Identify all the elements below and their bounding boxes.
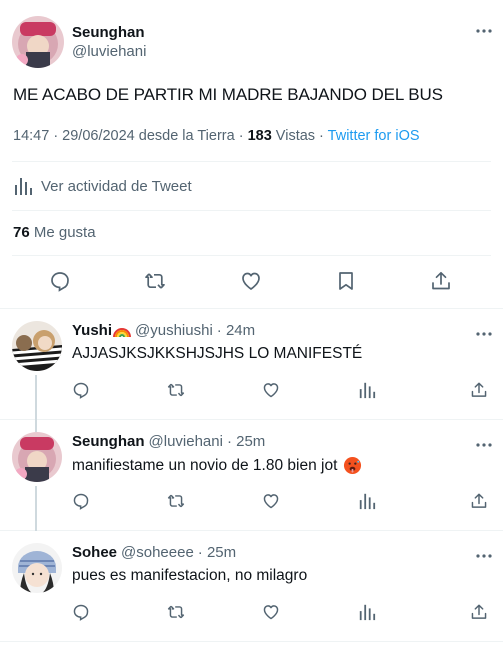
bookmark-icon[interactable] <box>335 270 357 292</box>
reply-tweet[interactable]: Yushi @yushiushi · 24m AJJASJKSJKKSHJSJH… <box>0 309 503 420</box>
tweet-activity-link[interactable]: Ver actividad de Tweet <box>13 173 192 199</box>
analytics-icon <box>15 178 32 195</box>
divider <box>12 161 491 162</box>
hot-face-emoji <box>344 456 362 475</box>
more-icon[interactable] <box>475 28 493 34</box>
thread-connector <box>35 375 37 420</box>
retweet-icon[interactable] <box>167 381 185 399</box>
more-icon[interactable] <box>475 331 493 337</box>
reply-header: Seunghan @luviehani · 25m <box>72 433 265 450</box>
reply-time[interactable]: · 25m <box>198 544 236 561</box>
tweet-text: ME ACABO DE PARTIR MI MADRE BAJANDO DEL … <box>13 85 443 104</box>
main-tweet: Seunghan @luviehani ME ACABO DE PARTIR M… <box>0 0 503 309</box>
tweet-meta: 14:47 · 29/06/2024 desde la Tierra · 183… <box>13 128 420 144</box>
thread-connector <box>35 486 37 531</box>
reply-avatar[interactable] <box>12 432 62 482</box>
like-icon[interactable] <box>262 603 280 621</box>
retweet-icon[interactable] <box>144 270 166 292</box>
views-label: Vistas · <box>271 128 328 144</box>
like-icon[interactable] <box>240 270 262 292</box>
reply-icon[interactable] <box>72 492 90 510</box>
author-handle[interactable]: @luviehani <box>72 43 146 60</box>
rainbow-emoji <box>113 327 132 337</box>
reply-handle[interactable]: @yushiushi <box>135 322 213 339</box>
reply-text-row: manifiestame un novio de 1.80 bien jot <box>72 456 362 475</box>
reply-author-name[interactable]: Yushi <box>72 322 112 339</box>
retweet-icon[interactable] <box>167 492 185 510</box>
author-avatar[interactable] <box>12 16 64 68</box>
share-icon[interactable] <box>470 603 488 621</box>
thread-connector <box>35 420 37 432</box>
activity-label: Ver actividad de Tweet <box>41 177 192 195</box>
share-icon[interactable] <box>470 381 488 399</box>
reply-author-name[interactable]: Sohee <box>72 544 117 561</box>
likes-count: 76 <box>13 224 30 241</box>
reply-time[interactable]: · 25m <box>227 433 265 450</box>
divider <box>12 210 491 211</box>
analytics-icon[interactable] <box>358 381 376 399</box>
reply-avatar[interactable] <box>12 543 62 593</box>
like-icon[interactable] <box>262 492 280 510</box>
reply-icon[interactable] <box>72 603 90 621</box>
author-name[interactable]: Seunghan <box>72 24 145 41</box>
share-icon[interactable] <box>470 492 488 510</box>
client-link[interactable]: Twitter for iOS <box>328 128 420 144</box>
reply-author-name[interactable]: Seunghan <box>72 433 145 450</box>
divider <box>12 255 491 256</box>
likes-label: Me gusta <box>29 224 96 241</box>
reply-text: AJJASJKSJKKSHJSJHS LO MANIFESTÉ <box>72 345 363 362</box>
analytics-icon[interactable] <box>358 492 376 510</box>
likes-row[interactable]: 76 Me gusta <box>13 224 96 241</box>
retweet-icon[interactable] <box>167 603 185 621</box>
reply-time[interactable]: · 24m <box>217 322 255 339</box>
reply-header: Sohee @soheeee · 25m <box>72 544 236 561</box>
reply-text: manifiestame un novio de 1.80 bien jot <box>72 456 338 474</box>
more-icon[interactable] <box>475 442 493 448</box>
reply-avatar[interactable] <box>12 321 62 371</box>
reply-tweet[interactable]: Seunghan @luviehani · 25m manifiestame u… <box>0 420 503 531</box>
reply-handle[interactable]: @soheeee <box>121 544 194 561</box>
reply-handle[interactable]: @luviehani <box>149 433 223 450</box>
reply-tweet[interactable]: Sohee @soheeee · 25m pues es manifestaci… <box>0 531 503 642</box>
analytics-icon[interactable] <box>358 603 376 621</box>
views-count: 183 <box>247 128 272 144</box>
like-icon[interactable] <box>262 381 280 399</box>
share-icon[interactable] <box>430 270 452 292</box>
reply-icon[interactable] <box>72 381 90 399</box>
tweet-timestamp[interactable]: 14:47 · 29/06/2024 desde la Tierra · <box>13 128 248 144</box>
more-icon[interactable] <box>475 553 493 559</box>
reply-header: Yushi @yushiushi · 24m <box>72 322 255 339</box>
reply-icon[interactable] <box>49 270 71 292</box>
reply-text: pues es manifestacion, no milagro <box>72 567 308 584</box>
